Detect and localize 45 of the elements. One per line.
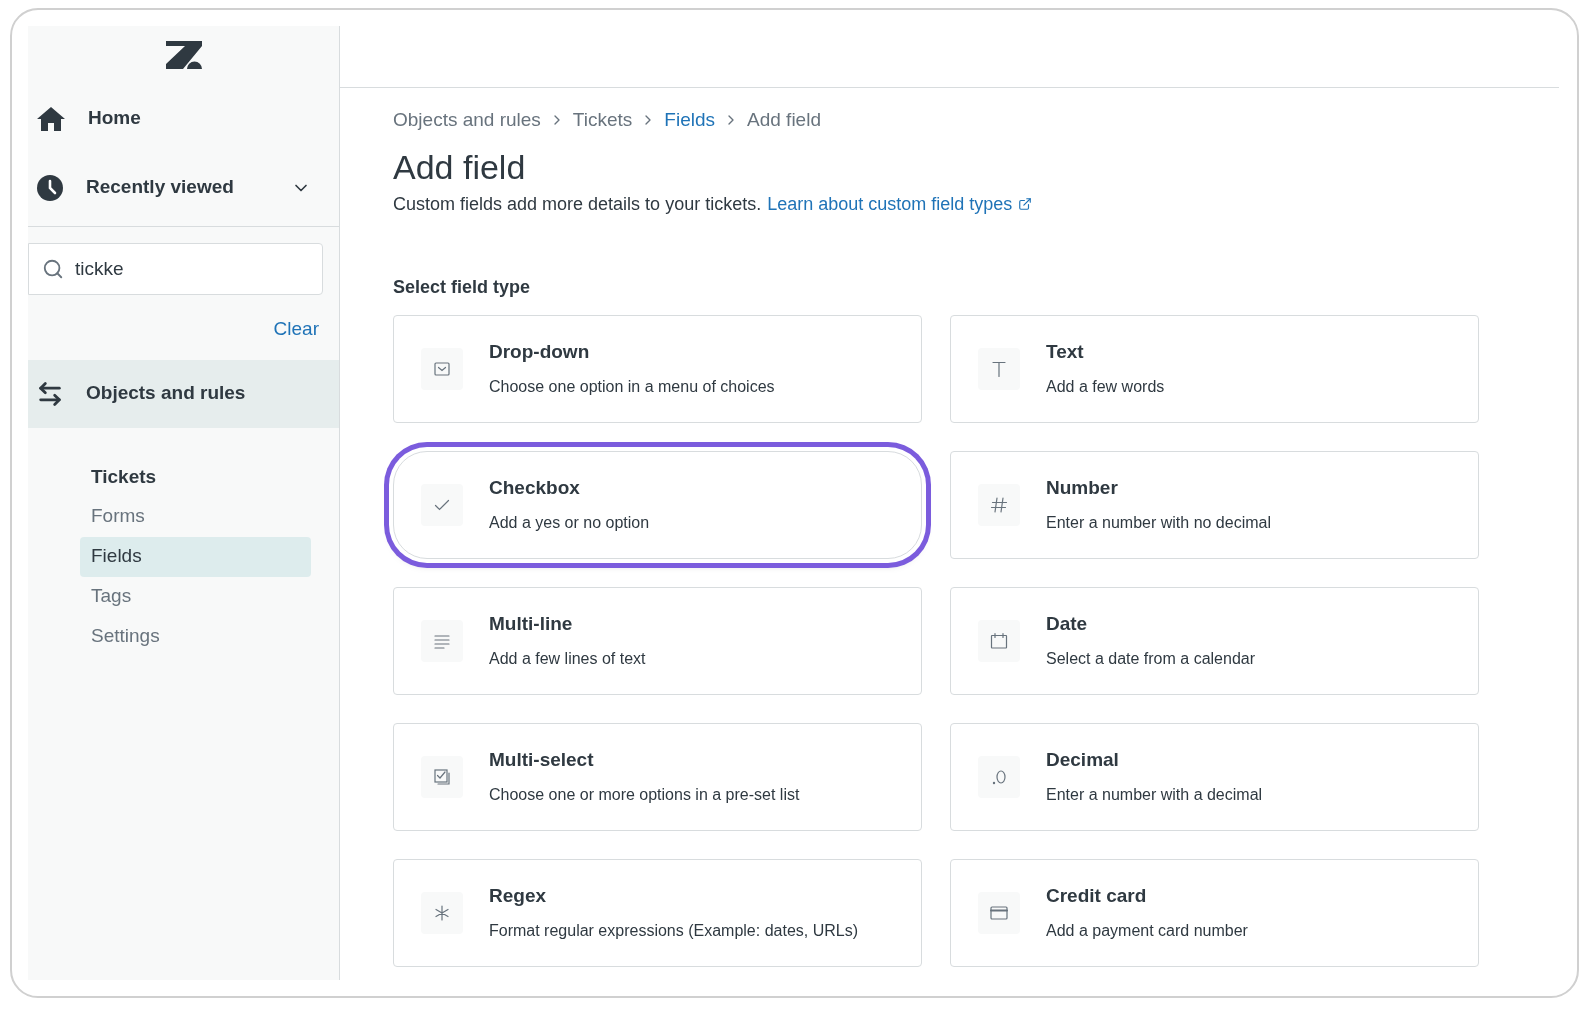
field-type-name: Date [1046, 612, 1089, 637]
nav-group-title: Tickets [90, 464, 158, 489]
learn-link[interactable]: Learn about custom field types [767, 190, 1033, 218]
field-type-card[interactable]: Multi-line Add a few lines of text [393, 586, 922, 695]
field-type-name: Checkbox [489, 476, 581, 501]
field-type-card[interactable]: Multi-select Choose one or more options in a pre-set list [393, 722, 922, 831]
field-type-description: Enter a number with no decimal [1046, 512, 1271, 533]
field-type-card[interactable]: Decimal Enter a number with a decimal [950, 722, 1479, 831]
clear-link[interactable]: Clear [273, 315, 319, 344]
field-type-card[interactable]: Credit card Add a payment card number [950, 858, 1479, 967]
field-type-card[interactable]: Number Enter a number with no decimal [950, 450, 1479, 559]
subnav-item[interactable]: Settings [80, 616, 311, 657]
field-type-name: Regex [489, 884, 548, 909]
nav-item[interactable]: Objects and rules [28, 359, 339, 428]
field-type-description: Add a payment card number [1046, 920, 1248, 941]
field-type-description: Enter a number with a decimal [1046, 784, 1263, 805]
field-type-name: Multi-line [489, 612, 574, 637]
breadcrumb-link[interactable]: Objects and rules [393, 106, 541, 135]
field-type-card[interactable]: Text Add a few words [950, 314, 1479, 423]
field-type-description: Add a few words [1046, 376, 1165, 397]
breadcrumb-link[interactable]: Add field [747, 106, 821, 135]
breadcrumb-link[interactable]: Tickets [572, 106, 633, 135]
field-type-description: Add a yes or no option [489, 512, 650, 533]
subnav-item[interactable]: Fields [80, 536, 311, 577]
section-label: Select field type [393, 275, 532, 299]
field-type-description: Add a few lines of text [489, 648, 646, 669]
subnav-item[interactable]: Forms [80, 496, 311, 537]
breadcrumb-link[interactable]: Fields [664, 106, 715, 135]
field-type-name: Drop-down [489, 340, 591, 365]
field-type-card[interactable]: Regex Format regular expressions (Example: dates, URLs) [393, 858, 922, 967]
field-type-name: Credit card [1046, 884, 1148, 909]
field-type-name: Decimal [1046, 748, 1120, 773]
field-type-name: Text [1046, 340, 1085, 365]
field-type-description: Select a date from a calendar [1046, 648, 1255, 669]
field-type-description: Choose one option in a menu of choices [489, 376, 775, 397]
field-type-description: Choose one or more options in a pre-set list [489, 784, 800, 805]
field-type-description: Format regular expressions (Example: dates, URLs) [489, 920, 859, 941]
search-field[interactable]: tickke [28, 243, 323, 295]
page-description: Custom fields add more details to your tickets. Learn about custom field types [393, 190, 1479, 218]
field-type-card[interactable]: Date Select a date from a calendar [950, 586, 1479, 695]
field-type-name: Multi-select [489, 748, 595, 773]
field-type-card[interactable]: Drop-down Choose one option in a menu of choices [393, 314, 922, 423]
page-title: Add field [393, 146, 527, 188]
subnav-item[interactable]: Tags [80, 576, 311, 617]
field-type-name: Number [1046, 476, 1119, 501]
